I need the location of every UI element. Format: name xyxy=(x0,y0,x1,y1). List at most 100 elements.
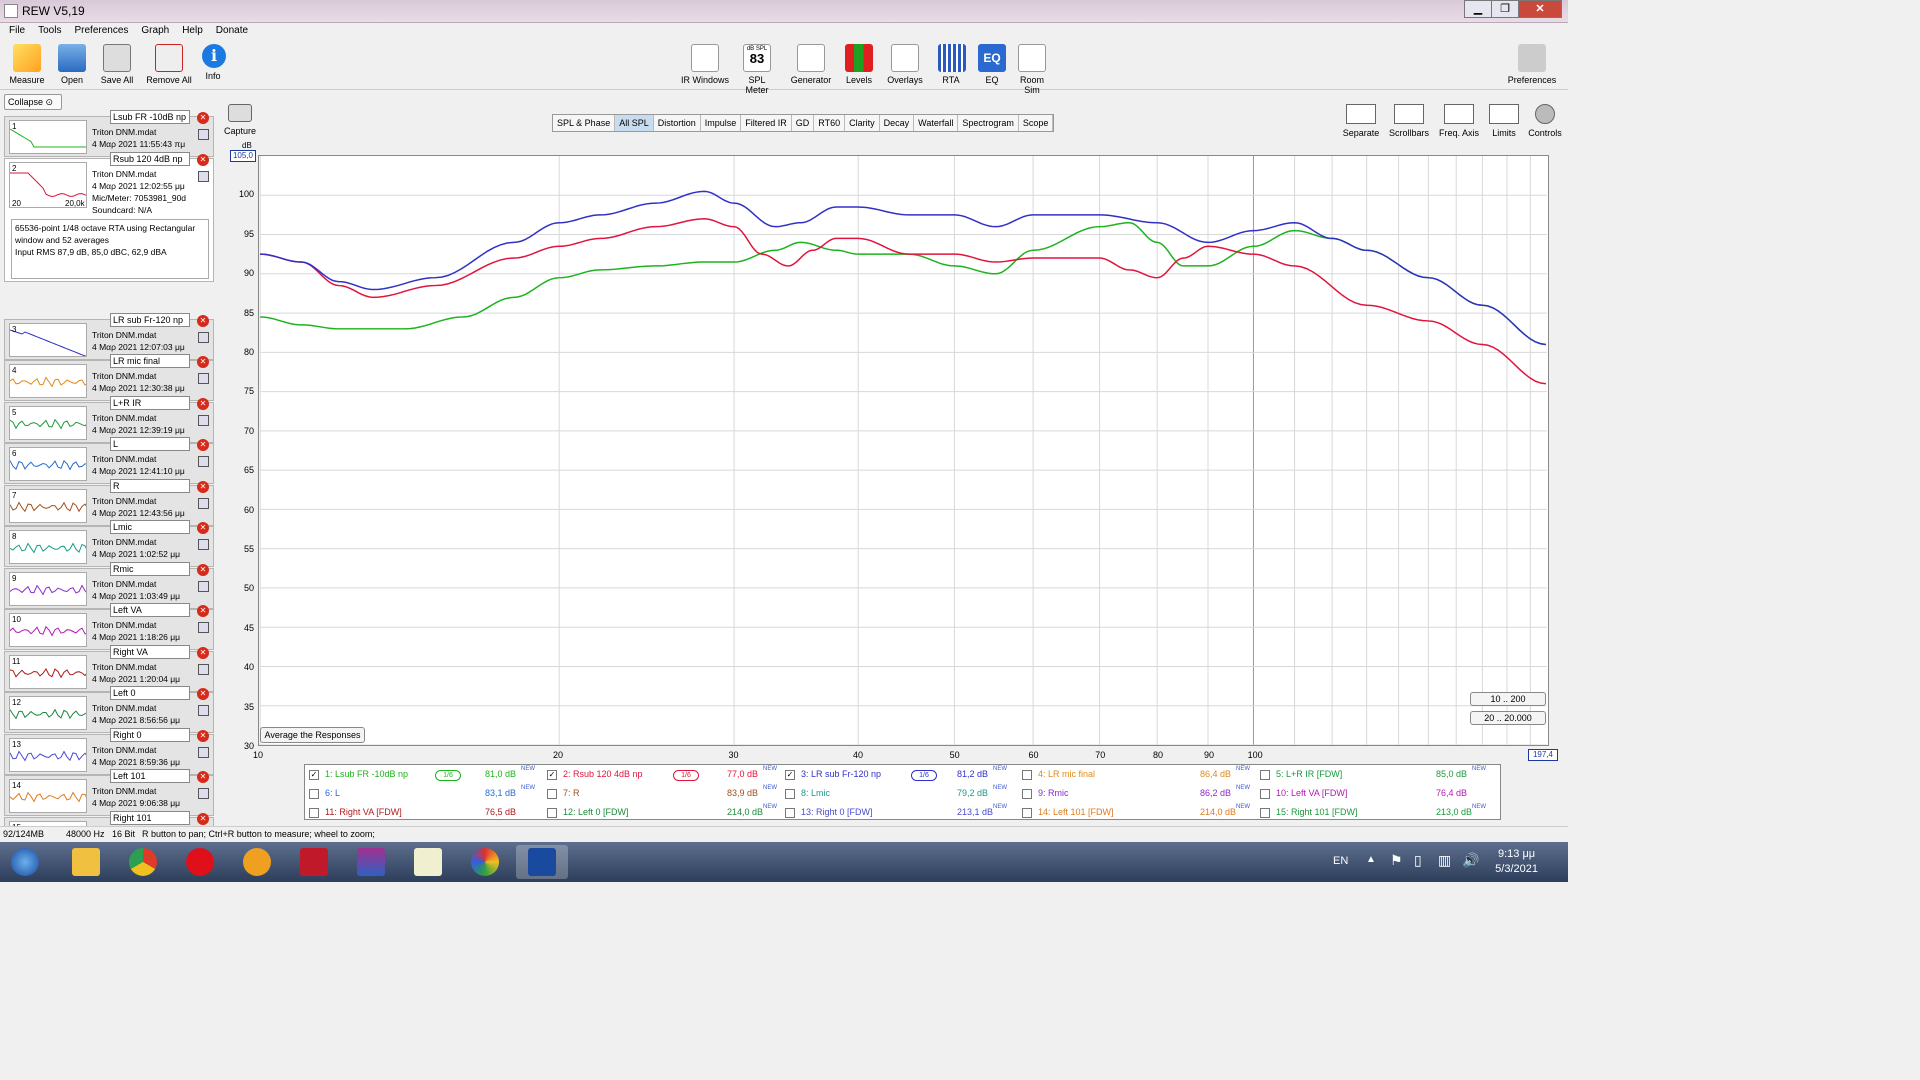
measurement-thumbnail[interactable]: 1 xyxy=(9,120,87,154)
delete-measurement-icon[interactable]: ✕ xyxy=(197,812,209,825)
tab-spl-phase[interactable]: SPL & Phase xyxy=(553,115,616,131)
measurement-name-field[interactable]: Rsub 120 4dB np xyxy=(110,151,190,166)
tab-scope[interactable]: Scope xyxy=(1018,115,1054,131)
measurement-thumbnail[interactable]: 14 xyxy=(9,779,87,813)
measurement-thumbnail[interactable]: 9 xyxy=(9,571,87,606)
measurement-name-field[interactable]: Rmic xyxy=(110,561,190,576)
info-button[interactable]: i Info xyxy=(202,44,226,81)
measurement-name-field[interactable]: Right VA xyxy=(110,644,190,659)
remove-all-button[interactable]: Remove All xyxy=(146,44,192,85)
measurement-name-field[interactable]: LR sub Fr-120 np xyxy=(110,312,190,327)
limits-button[interactable]: Limits xyxy=(1489,104,1519,138)
taskbar-chrome[interactable] xyxy=(117,845,169,879)
open-button[interactable]: Open xyxy=(57,44,87,85)
taskbar-paint[interactable] xyxy=(459,845,511,879)
separate-button[interactable]: Separate xyxy=(1342,104,1380,138)
flag-icon[interactable]: ⚑ xyxy=(1390,852,1403,869)
edit-info-icon[interactable] xyxy=(198,170,209,182)
spl-graph[interactable] xyxy=(258,155,1549,746)
delete-measurement-icon[interactable]: ✕ xyxy=(197,397,209,410)
legend-checkbox-9[interactable] xyxy=(1022,789,1032,799)
levels-button[interactable]: Levels xyxy=(844,44,874,85)
delete-measurement-icon[interactable]: ✕ xyxy=(197,563,209,576)
measurement-thumbnail[interactable]: 7 xyxy=(9,488,87,523)
menu-donate[interactable]: Donate xyxy=(208,24,253,40)
close-button[interactable]: ✕ xyxy=(1518,0,1562,18)
legend-checkbox-4[interactable] xyxy=(1022,770,1032,780)
legend-checkbox-13[interactable] xyxy=(785,808,795,818)
tab-clarity[interactable]: Clarity xyxy=(845,115,880,131)
delete-measurement-icon[interactable]: ✕ xyxy=(197,439,209,451)
measure-button[interactable]: Measure xyxy=(8,44,46,85)
edit-info-icon[interactable] xyxy=(198,414,209,426)
measurement-thumbnail[interactable]: 5 xyxy=(9,405,87,440)
delete-measurement-icon[interactable]: ✕ xyxy=(197,771,209,783)
minimize-button[interactable]: ▁ xyxy=(1464,0,1492,18)
legend-checkbox-14[interactable] xyxy=(1022,808,1032,818)
legend-checkbox-11[interactable] xyxy=(309,808,319,818)
measurement-row-2[interactable]: 2 Rsub 120 4dB np ✕ Triton DNM.mdat 4 Μαρ 20… xyxy=(4,151,214,282)
measurement-name-field[interactable]: Right 101 xyxy=(110,810,190,825)
legend-checkbox-6[interactable] xyxy=(309,789,319,799)
smoothing-badge-3[interactable]: 1/6 xyxy=(911,770,937,781)
tab-impulse[interactable]: Impulse xyxy=(700,115,742,131)
edit-info-icon[interactable] xyxy=(198,539,209,550)
range-20-20000-button[interactable]: 20 .. 20.000 xyxy=(1470,711,1546,725)
edit-info-icon[interactable] xyxy=(198,788,209,799)
measurement-thumbnail[interactable]: 12 xyxy=(9,696,87,730)
taskbar-grid-app[interactable] xyxy=(288,845,340,879)
edit-info-icon[interactable] xyxy=(198,705,209,716)
preferences-button[interactable]: Preferences xyxy=(1506,44,1558,85)
overlays-button[interactable]: Overlays xyxy=(886,44,924,85)
measurement-name-field[interactable]: L xyxy=(110,437,190,451)
legend-checkbox-12[interactable] xyxy=(547,808,557,818)
measurement-name-field[interactable]: Left 0 xyxy=(110,686,190,700)
legend-checkbox-10[interactable] xyxy=(1260,789,1270,799)
taskbar-opera[interactable] xyxy=(174,845,226,879)
y-top-value[interactable]: 105,0 xyxy=(230,150,256,162)
measurement-thumbnail[interactable]: 10 xyxy=(9,613,87,647)
x-right-value[interactable]: 197,4 xyxy=(1528,749,1558,761)
taskbar-winrar[interactable] xyxy=(345,845,397,879)
measurement-thumbnail[interactable]: 11 xyxy=(9,654,87,689)
measurement-thumbnail[interactable]: 6 xyxy=(9,447,87,481)
delete-measurement-icon[interactable]: ✕ xyxy=(197,314,209,327)
menu-tools[interactable]: Tools xyxy=(30,24,66,40)
spl-meter-button[interactable]: dB SPL 83 SPL Meter xyxy=(736,44,778,95)
tray-arrow-icon[interactable]: ▲ xyxy=(1366,854,1376,865)
controls-button[interactable]: Controls xyxy=(1527,104,1563,138)
menu-graph[interactable]: Graph xyxy=(133,24,174,40)
delete-measurement-icon[interactable]: ✕ xyxy=(197,112,209,124)
edit-info-icon[interactable] xyxy=(198,373,209,384)
ir-windows-button[interactable]: IR Windows xyxy=(680,44,730,85)
edit-info-icon[interactable] xyxy=(198,129,209,140)
measurement-thumbnail[interactable]: 3 xyxy=(9,322,87,357)
volume-icon[interactable]: 🔊 xyxy=(1462,852,1479,869)
measurement-name-field[interactable]: LR mic final xyxy=(110,354,190,368)
save-all-button[interactable]: Save All xyxy=(98,44,136,85)
edit-info-icon[interactable] xyxy=(198,497,209,509)
generator-button[interactable]: Generator xyxy=(790,44,832,85)
tab-gd[interactable]: GD xyxy=(791,115,815,131)
network-icon[interactable]: ▥ xyxy=(1438,852,1451,869)
tab-all-spl[interactable]: All SPL xyxy=(615,115,654,131)
edit-info-icon[interactable] xyxy=(198,663,209,675)
measurement-name-field[interactable]: Left VA xyxy=(110,603,190,617)
range-10-200-button[interactable]: 10 .. 200 xyxy=(1470,692,1546,706)
tab-distortion[interactable]: Distortion xyxy=(653,115,701,131)
room-sim-button[interactable]: Room Sim xyxy=(1012,44,1052,95)
delete-measurement-icon[interactable]: ✕ xyxy=(197,646,209,659)
eq-button[interactable]: EQ EQ xyxy=(978,44,1006,85)
measurement-name-field[interactable]: R xyxy=(110,478,190,493)
tab-rt60[interactable]: RT60 xyxy=(814,115,846,131)
tab-filtered-ir[interactable]: Filtered IR xyxy=(741,115,792,131)
menu-preferences[interactable]: Preferences xyxy=(66,24,133,40)
average-responses-button[interactable]: Average the Responses xyxy=(260,727,365,743)
measurement-thumbnail[interactable]: 8 xyxy=(9,530,87,564)
menu-help[interactable]: Help xyxy=(174,24,208,40)
delete-measurement-icon[interactable]: ✕ xyxy=(197,522,209,534)
edit-info-icon[interactable] xyxy=(198,622,209,633)
capture-button[interactable]: Capture xyxy=(224,104,256,136)
measurement-name-field[interactable]: Right 0 xyxy=(110,727,190,742)
measurement-thumbnail[interactable]: 4 xyxy=(9,364,87,398)
